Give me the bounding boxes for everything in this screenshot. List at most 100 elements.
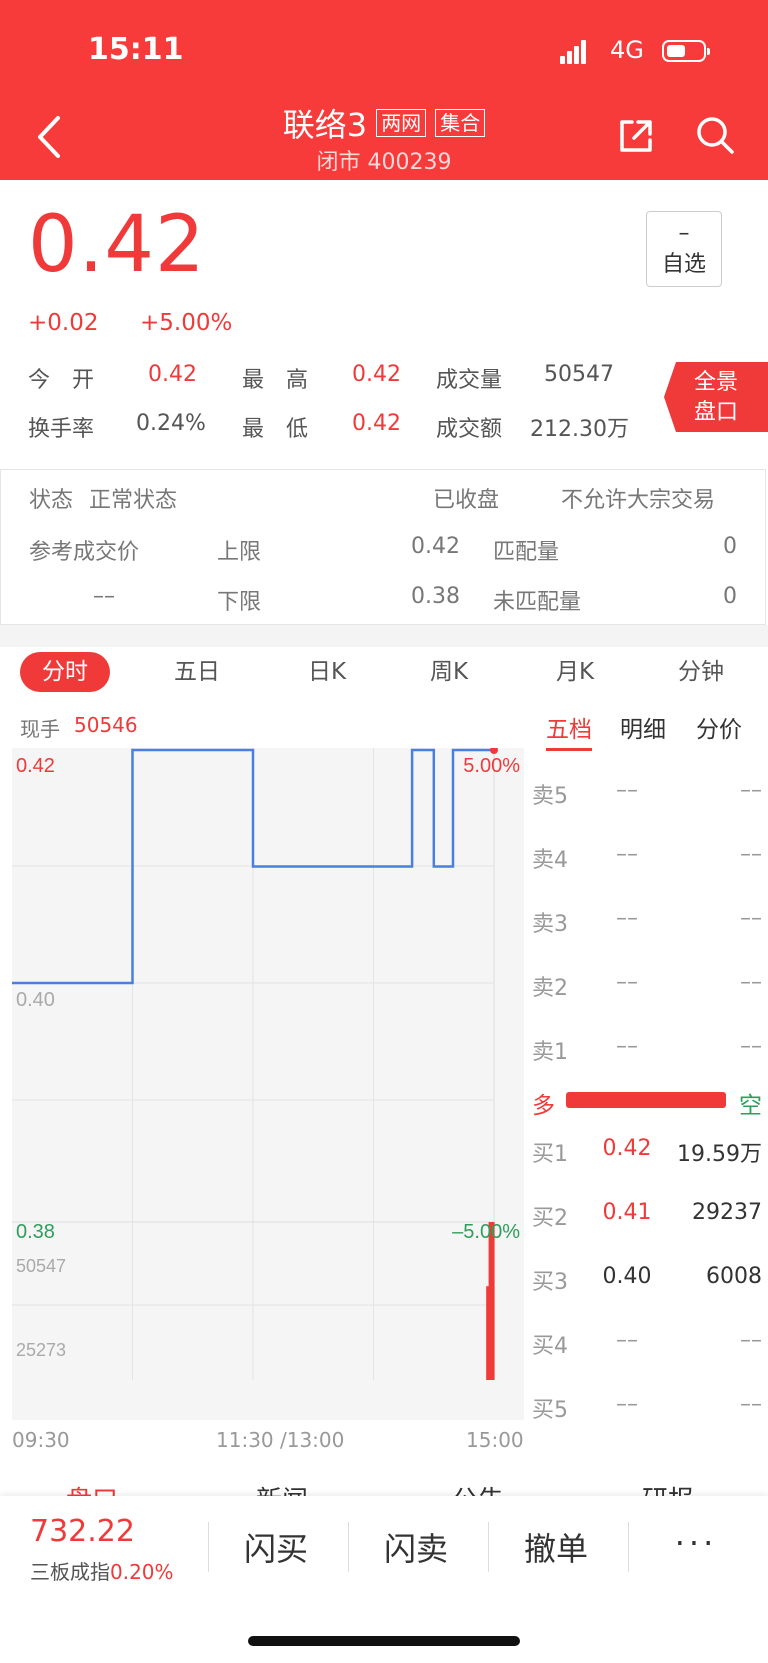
buy-1-vol: 19.59万 <box>677 1142 762 1167</box>
section-separator <box>0 625 768 647</box>
upper-label: 上限 <box>217 540 262 565</box>
tab-intraday[interactable]: 分时 <box>20 652 110 692</box>
tab-daily-k[interactable]: 日K <box>282 652 372 692</box>
buy-5-vol: –– <box>740 1392 762 1417</box>
turnover-label: 换手率 <box>28 417 95 442</box>
y-label-bottom-pct: –5.00% <box>452 1221 520 1243</box>
sell-row-5: 卖5 –– –– <box>532 778 762 818</box>
sell-3-label: 卖3 <box>532 912 568 937</box>
section-tab-notices[interactable]: 公告 <box>452 1480 504 1496</box>
tab-weekly-k[interactable]: 周K <box>404 652 494 692</box>
sell-3-vol: –– <box>740 906 762 931</box>
sell-3-price: –– <box>616 906 638 931</box>
volume-label-max: 50547 <box>16 1256 66 1276</box>
current-hand-label: 现手 <box>20 717 60 741</box>
buy-5-label: 买5 <box>532 1398 568 1423</box>
sell-row-1: 卖1 –– –– <box>532 1034 762 1074</box>
search-icon[interactable] <box>694 114 736 156</box>
sell-row-3: 卖3 –– –– <box>532 906 762 946</box>
buy-4-label: 买4 <box>532 1334 568 1359</box>
divider <box>348 1522 349 1572</box>
buy-3-vol: 6008 <box>706 1264 762 1289</box>
buy-row-4: 买4 –– –– <box>532 1328 762 1368</box>
page-title: 联络3 <box>282 106 368 144</box>
ref-price-value: –– <box>93 584 115 609</box>
open-value: 0.42 <box>148 362 197 387</box>
tab-five-day[interactable]: 五日 <box>152 652 242 692</box>
subtab-detail[interactable]: 明细 <box>620 710 666 744</box>
y-label-bottom: 0.38 <box>16 1221 55 1243</box>
matched-label: 匹配量 <box>493 540 560 565</box>
chart-tabs: 分时 五日 日K 周K 月K 分钟 <box>0 652 768 696</box>
buy-5-price: –– <box>616 1392 638 1417</box>
sell-5-label: 卖5 <box>532 784 568 809</box>
y-label-mid: 0.40 <box>16 989 55 1011</box>
lower-value: 0.38 <box>411 584 460 609</box>
sell-1-vol: –– <box>740 1034 762 1059</box>
buy-row-5: 买5 –– –– <box>532 1392 762 1432</box>
network-type: 4G <box>610 36 644 64</box>
x-label-open: 09:30 <box>12 1428 70 1452</box>
long-label: 多 <box>532 1093 555 1119</box>
add-watchlist-button[interactable]: – 自选 <box>646 211 722 287</box>
tag-auction: 集合 <box>435 109 486 137</box>
sell-2-price: –– <box>616 970 638 995</box>
buy-2-vol: 29237 <box>692 1200 762 1225</box>
section-tab-news[interactable]: 新闻 <box>256 1480 308 1496</box>
amount-value: 212.30万 <box>530 417 629 442</box>
panorama-line2: 盘口 <box>693 400 738 425</box>
volume-group <box>486 1222 495 1380</box>
subtab-price-dist[interactable]: 分价 <box>696 710 742 744</box>
subtab-five-levels[interactable]: 五档 <box>546 710 592 751</box>
quick-sell-button[interactable]: 闪卖 <box>366 1524 466 1570</box>
sell-5-vol: –– <box>740 778 762 803</box>
buy-row-3: 买3 0.40 6008 <box>532 1264 762 1304</box>
sell-2-label: 卖2 <box>532 976 568 1001</box>
price-change: +0.02 <box>28 310 99 336</box>
buy-4-vol: –– <box>740 1328 762 1353</box>
cancel-order-button[interactable]: 撤单 <box>506 1524 606 1570</box>
low-label: 最 低 <box>242 417 309 442</box>
app-header: 15:11 4G 联络3 两网 集合 闭市 400239 <box>0 0 768 180</box>
buy-1-price: 0.42 <box>602 1136 652 1161</box>
block-trade-text: 不允许大宗交易 <box>561 488 716 513</box>
status-time: 15:11 <box>88 32 184 67</box>
section-tab-quote[interactable]: 盘口 <box>66 1480 118 1496</box>
index-pct: 0.20% <box>110 1560 174 1584</box>
current-hand-value: 50546 <box>74 713 138 737</box>
x-label-close: 15:00 <box>466 1428 524 1452</box>
more-button[interactable]: ··· <box>646 1524 746 1562</box>
panorama-button[interactable]: 全景 盘口 <box>664 362 768 432</box>
buy-2-price: 0.41 <box>602 1200 652 1225</box>
unmatched-label: 未匹配量 <box>493 590 582 615</box>
tab-monthly-k[interactable]: 月K <box>530 652 620 692</box>
section-tab-research[interactable]: 研报 <box>642 1480 694 1496</box>
sell-1-price: –– <box>616 1034 638 1059</box>
status-panel: 状态 正常状态 已收盘 不允许大宗交易 参考成交价 上限 0.42 匹配量 0 … <box>0 469 766 625</box>
tab-minute[interactable]: 分钟 <box>656 652 746 692</box>
intraday-chart[interactable]: 0.42 5.00% 0.40 0.38 –5.00% 50547 25273 <box>12 746 524 1420</box>
buy-3-label: 买3 <box>532 1270 568 1295</box>
low-value: 0.42 <box>352 411 401 436</box>
quick-buy-button[interactable]: 闪买 <box>226 1524 326 1570</box>
battery-icon <box>662 40 710 62</box>
closed-text: 已收盘 <box>433 488 500 513</box>
buy-row-2: 买2 0.41 29237 <box>532 1200 762 1240</box>
x-label-mid: 11:30 /13:00 <box>216 1428 345 1452</box>
section-tabs: 盘口 新闻 公告 研报 <box>0 1480 768 1496</box>
long-short-bar: 多 空 <box>532 1086 762 1119</box>
index-value[interactable]: 732.22 <box>30 1514 135 1549</box>
volume-value: 50547 <box>544 362 614 387</box>
share-icon[interactable] <box>616 116 656 156</box>
sell-row-4: 卖4 –– –– <box>532 842 762 882</box>
volume-label: 成交量 <box>436 368 503 393</box>
short-label: 空 <box>739 1093 762 1119</box>
volume-bar-1 <box>486 1286 490 1380</box>
high-value: 0.42 <box>352 362 401 387</box>
chart-svg: 0.42 5.00% 0.40 0.38 –5.00% 50547 25273 <box>12 746 520 1380</box>
volume-label-mid: 25273 <box>16 1340 66 1360</box>
upper-value: 0.42 <box>411 534 460 559</box>
bottom-action-bar: 732.22 三板成指0.20% 闪买 闪卖 撤单 ··· <box>0 1496 768 1663</box>
index-info[interactable]: 三板成指0.20% <box>30 1556 174 1585</box>
divider <box>628 1522 629 1572</box>
